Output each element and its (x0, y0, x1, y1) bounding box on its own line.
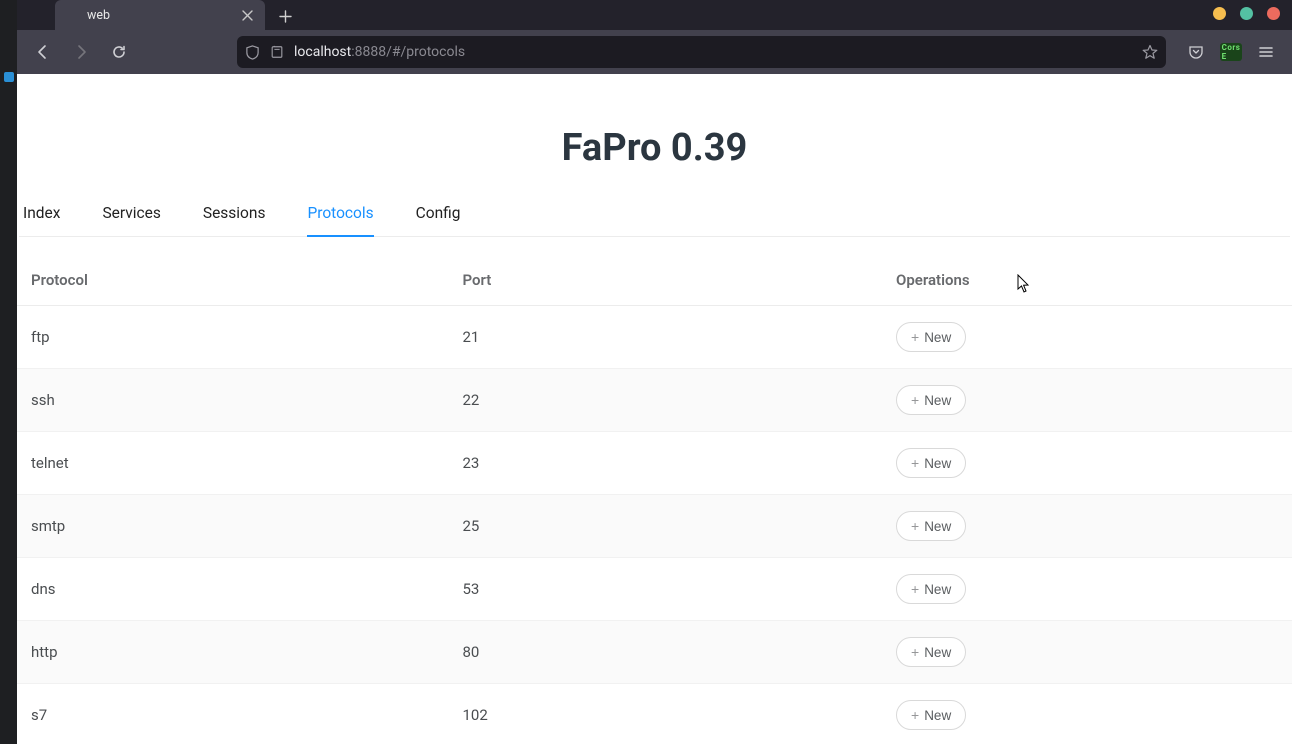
page-title: FaPro 0.39 (17, 74, 1292, 204)
new-button[interactable]: + New (896, 511, 966, 541)
table-row: dns53 + New (17, 558, 1292, 621)
plus-icon: + (911, 456, 919, 470)
cell-protocol: ssh (17, 369, 451, 432)
new-button[interactable]: + New (896, 574, 966, 604)
extension-badge[interactable]: CorsE (1220, 43, 1242, 61)
col-protocol: Protocol (17, 255, 451, 306)
cell-port: 80 (451, 621, 885, 684)
cell-operations: + New (884, 684, 1292, 744)
browser-window: web (0, 0, 1292, 744)
window-close[interactable] (1267, 7, 1280, 20)
window-controls (1213, 7, 1280, 20)
cell-port: 23 (451, 432, 885, 495)
col-port: Port (451, 255, 885, 306)
tab-config[interactable]: Config (416, 204, 461, 236)
tab-sessions[interactable]: Sessions (203, 204, 266, 236)
plus-icon: + (911, 519, 919, 533)
cell-operations: + New (884, 432, 1292, 495)
browser-toolbar: localhost:8888/#/protocols CorsE (17, 30, 1292, 74)
cell-protocol: ftp (17, 306, 451, 369)
cell-protocol: s7 (17, 684, 451, 744)
browser-chrome: web (17, 0, 1292, 74)
cell-port: 25 (451, 495, 885, 558)
cell-operations: + New (884, 306, 1292, 369)
tab-bar: web (17, 0, 1292, 30)
url-host: localhost (294, 44, 351, 60)
background-app-icon (4, 72, 14, 82)
site-info-icon[interactable] (270, 45, 284, 59)
window-maximize[interactable] (1240, 7, 1253, 20)
new-button-label: New (924, 708, 951, 723)
new-button-label: New (924, 456, 951, 471)
cell-operations: + New (884, 621, 1292, 684)
bookmark-star-icon[interactable] (1142, 44, 1158, 60)
new-button-label: New (924, 582, 951, 597)
new-button[interactable]: + New (896, 322, 966, 352)
tracking-shield-icon[interactable] (245, 45, 260, 60)
cell-operations: + New (884, 495, 1292, 558)
browser-tab[interactable]: web (55, 0, 265, 30)
background-app-sliver (0, 0, 17, 744)
table-row: smtp25 + New (17, 495, 1292, 558)
cell-protocol: http (17, 621, 451, 684)
cell-port: 102 (451, 684, 885, 744)
new-button[interactable]: + New (896, 448, 966, 478)
new-button[interactable]: + New (896, 385, 966, 415)
tab-index[interactable]: Index (23, 204, 60, 236)
cell-operations: + New (884, 369, 1292, 432)
protocols-table: Protocol Port Operations ftp21 + New ssh22 +… (17, 255, 1292, 744)
new-button-label: New (924, 519, 951, 534)
url-text: localhost:8888/#/protocols (294, 44, 465, 60)
table-row: http80 + New (17, 621, 1292, 684)
page-scroll[interactable]: FaPro 0.39 Index Services Sessions Proto… (17, 74, 1292, 744)
cell-port: 22 (451, 369, 885, 432)
new-button-label: New (924, 645, 951, 660)
plus-icon: + (911, 645, 919, 659)
new-button-label: New (924, 330, 951, 345)
plus-icon: + (911, 582, 919, 596)
url-bar[interactable]: localhost:8888/#/protocols (237, 36, 1166, 68)
window-minimize[interactable] (1213, 7, 1226, 20)
new-tab-button[interactable] (271, 2, 299, 30)
cell-protocol: dns (17, 558, 451, 621)
page-content: FaPro 0.39 Index Services Sessions Proto… (17, 74, 1292, 744)
new-button-label: New (924, 393, 951, 408)
hamburger-menu-icon[interactable] (1250, 36, 1282, 68)
nav-back-button[interactable] (27, 36, 59, 68)
tab-close-icon[interactable] (239, 7, 255, 23)
new-button[interactable]: + New (896, 700, 966, 730)
tab-services[interactable]: Services (102, 204, 160, 236)
page-viewport: FaPro 0.39 Index Services Sessions Proto… (17, 74, 1292, 744)
pocket-icon[interactable] (1180, 36, 1212, 68)
tab-title: web (87, 8, 231, 23)
tab-favicon (65, 8, 79, 22)
table-header-row: Protocol Port Operations (17, 255, 1292, 306)
table-row: ftp21 + New (17, 306, 1292, 369)
plus-icon: + (911, 393, 919, 407)
url-path: :8888/#/protocols (351, 44, 465, 60)
cell-protocol: telnet (17, 432, 451, 495)
cell-operations: + New (884, 558, 1292, 621)
table-row: s7102 + New (17, 684, 1292, 744)
nav-forward-button[interactable] (65, 36, 97, 68)
cell-port: 21 (451, 306, 885, 369)
tab-protocols[interactable]: Protocols (307, 204, 373, 236)
cell-port: 53 (451, 558, 885, 621)
plus-icon: + (911, 330, 919, 344)
nav-reload-button[interactable] (103, 36, 135, 68)
nav-tabs: Index Services Sessions Protocols Config (19, 204, 1290, 237)
new-button[interactable]: + New (896, 637, 966, 667)
col-operations: Operations (884, 255, 1292, 306)
cell-protocol: smtp (17, 495, 451, 558)
table-row: telnet23 + New (17, 432, 1292, 495)
table-row: ssh22 + New (17, 369, 1292, 432)
toolbar-right: CorsE (1180, 36, 1282, 68)
plus-icon: + (911, 708, 919, 722)
